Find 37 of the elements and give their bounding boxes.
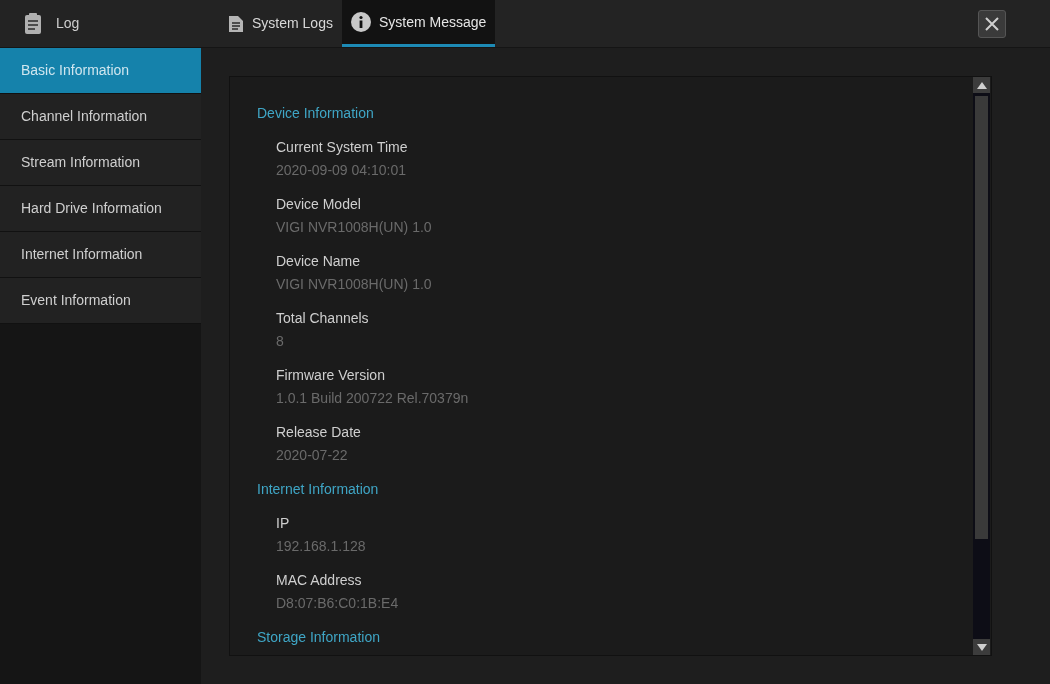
sidebar-item[interactable]: Internet Information: [0, 232, 201, 278]
close-icon: [984, 15, 1000, 32]
tab[interactable]: System Logs: [219, 0, 342, 47]
scroll-up-button[interactable]: [973, 77, 990, 93]
document-icon: [228, 14, 244, 33]
field-label: Current System Time: [276, 138, 409, 157]
sidebar-item[interactable]: Event Information: [0, 278, 201, 324]
field-value: 1.0.1 Build 200722 Rel.70379n: [276, 389, 470, 408]
field-value: 192.168.1.128: [276, 537, 367, 556]
tab[interactable]: System Message: [341, 0, 496, 47]
section-heading: Device Information: [257, 104, 375, 123]
window-title: Log: [56, 14, 80, 33]
section-heading: Storage Information: [257, 628, 381, 647]
section-heading: Internet Information: [257, 480, 380, 499]
field-label: Device Name: [276, 252, 362, 271]
field-value: D8:07:B6:C0:1B:E4: [276, 594, 400, 613]
scroll-down-button[interactable]: [973, 639, 990, 655]
field-label: MAC Address: [276, 571, 363, 590]
field-label: Firmware Version: [276, 366, 386, 385]
field-value: VIGI NVR1008H(UN) 1.0: [276, 275, 433, 294]
clipboard-icon: [24, 12, 42, 35]
field-value: 2020-07-22: [276, 446, 349, 465]
sidebar-item[interactable]: Hard Drive Information: [0, 186, 201, 232]
info-icon: [350, 12, 371, 32]
scrollbar-thumb[interactable]: [975, 96, 988, 539]
field-value: 2020-09-09 04:10:01: [276, 161, 407, 180]
field-label: IP: [276, 514, 291, 533]
field-value: 8: [276, 332, 285, 351]
sidebar-item[interactable]: Channel Information: [0, 94, 201, 140]
field-label: Device Model: [276, 195, 362, 214]
field-label: Release Date: [276, 423, 362, 442]
up-arrow-icon: [976, 81, 987, 89]
field-label: Total Channels: [276, 309, 370, 328]
field-value: VIGI NVR1008H(UN) 1.0: [276, 218, 433, 237]
down-arrow-icon: [976, 643, 987, 651]
close-button[interactable]: [978, 9, 1006, 38]
sidebar-item[interactable]: Stream Information: [0, 140, 201, 186]
